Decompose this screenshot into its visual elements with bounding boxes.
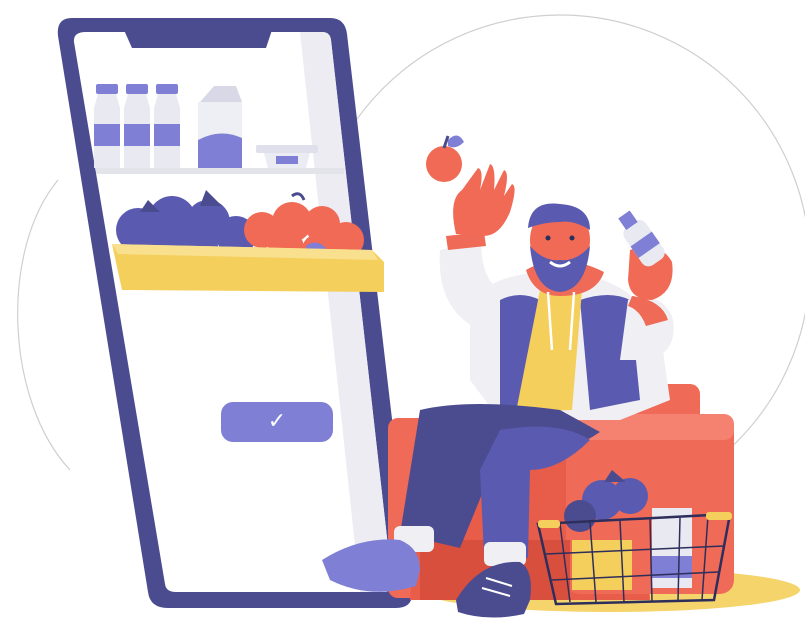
milk-bottle-icon — [618, 210, 665, 267]
confirm-order-button[interactable]: ✓ — [221, 402, 333, 442]
illustration-canvas: ✓ — [0, 0, 805, 633]
checkmark-icon: ✓ — [267, 409, 287, 434]
milk-carton-icon — [198, 86, 242, 168]
background-arc-left — [17, 179, 71, 471]
raised-hand — [453, 164, 515, 236]
milk-bottle-icon — [94, 84, 120, 168]
illustration-svg — [17, 14, 805, 618]
left-eye — [545, 235, 551, 241]
right-eye — [569, 235, 575, 241]
apple-icon — [426, 135, 464, 182]
shelf-board — [96, 168, 344, 174]
phone-notch — [124, 30, 272, 48]
milk-bottle-icon — [124, 84, 150, 168]
milk-bottle-icon — [154, 84, 180, 168]
